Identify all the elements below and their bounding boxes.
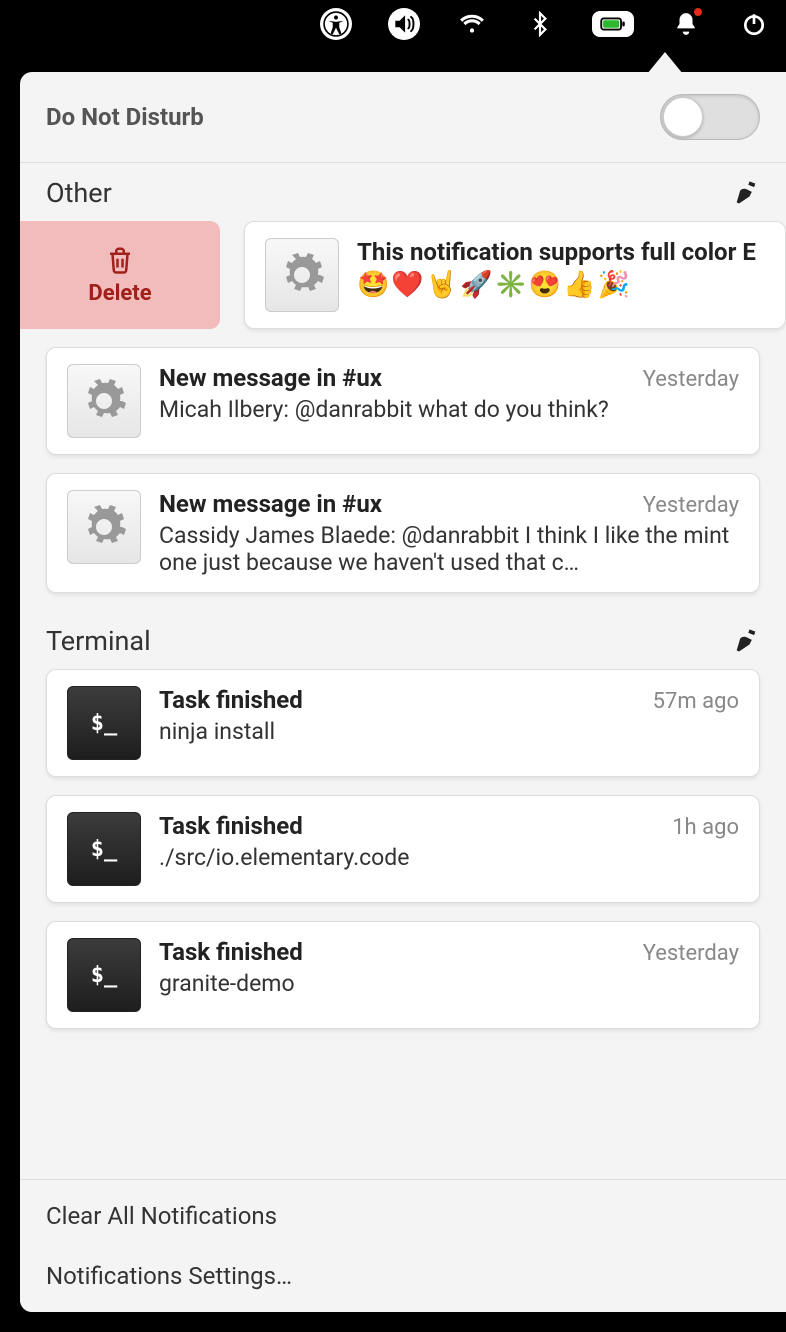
notification-time: 1h ago — [672, 815, 739, 840]
toggle-knob — [663, 97, 703, 137]
bluetooth-icon[interactable] — [524, 8, 556, 40]
do-not-disturb-label: Do Not Disturb — [46, 103, 204, 131]
terminal-icon: $_ — [67, 812, 141, 886]
notification-title: New message in #ux — [159, 490, 382, 518]
notification-title: Task finished — [159, 686, 303, 714]
gear-icon — [67, 364, 141, 438]
swipe-delete-action[interactable]: Delete — [20, 221, 220, 329]
notification-settings-button[interactable]: Notifications Settings… — [20, 1246, 786, 1306]
accessibility-icon[interactable] — [320, 8, 352, 40]
notifications-bell-icon[interactable] — [670, 8, 702, 40]
notification-card[interactable]: $_ Task finished 1h ago ./src/io.element… — [46, 795, 760, 903]
notification-title: Task finished — [159, 812, 303, 840]
notification-title: Task finished — [159, 938, 303, 966]
notification-card[interactable]: $_ Task finished Yesterday granite-demo — [46, 921, 760, 1029]
notification-time: 57m ago — [653, 689, 739, 714]
notification-badge-dot — [692, 6, 704, 18]
gear-icon — [265, 238, 339, 312]
power-icon[interactable] — [738, 8, 770, 40]
popover-arrow — [647, 52, 683, 74]
notification-body: Cassidy James Blaede: @danrabbit I think… — [159, 522, 739, 576]
notification-card[interactable]: This notification supports full color E … — [244, 221, 786, 329]
notification-body: ninja install — [159, 718, 739, 745]
notifications-popover: Do Not Disturb Other Delete This notifi — [20, 72, 786, 1312]
section-header-terminal: Terminal — [20, 611, 786, 669]
section-title: Other — [46, 177, 112, 209]
section-header-other: Other — [20, 163, 786, 221]
notification-card[interactable]: $_ Task finished 57m ago ninja install — [46, 669, 760, 777]
battery-icon[interactable] — [592, 11, 634, 37]
terminal-icon: $_ — [67, 938, 141, 1012]
notification-time: Yesterday — [643, 493, 739, 518]
notification-title: New message in #ux — [159, 364, 382, 392]
gear-icon — [67, 490, 141, 564]
notification-card[interactable]: New message in #ux Yesterday Cassidy Jam… — [46, 473, 760, 593]
wifi-icon[interactable] — [456, 8, 488, 40]
notification-time: Yesterday — [643, 367, 739, 392]
section-title: Terminal — [46, 625, 151, 657]
notification-card[interactable]: New message in #ux Yesterday Micah Ilber… — [46, 347, 760, 455]
clear-section-icon[interactable] — [732, 179, 760, 207]
do-not-disturb-toggle[interactable] — [660, 94, 760, 140]
delete-label: Delete — [88, 281, 151, 306]
notification-body: ./src/io.elementary.code — [159, 844, 739, 871]
do-not-disturb-row: Do Not Disturb — [20, 72, 786, 163]
notification-body: granite-demo — [159, 970, 739, 997]
popover-footer: Clear All Notifications Notifications Se… — [20, 1179, 786, 1312]
notification-body: Micah Ilbery: @danrabbit what do you thi… — [159, 396, 739, 423]
notification-swiped-row[interactable]: Delete This notification supports full c… — [20, 221, 786, 329]
clear-all-button[interactable]: Clear All Notifications — [20, 1186, 786, 1246]
clear-section-icon[interactable] — [732, 627, 760, 655]
notification-body-emoji: 🤩❤️🤘🚀✳️😍👍🎉 — [357, 270, 765, 300]
notifications-scroll-area[interactable]: Other Delete This notification supports … — [20, 163, 786, 1179]
volume-icon[interactable] — [388, 8, 420, 40]
notification-time: Yesterday — [643, 941, 739, 966]
notification-title: This notification supports full color E — [357, 238, 765, 266]
terminal-icon: $_ — [67, 686, 141, 760]
